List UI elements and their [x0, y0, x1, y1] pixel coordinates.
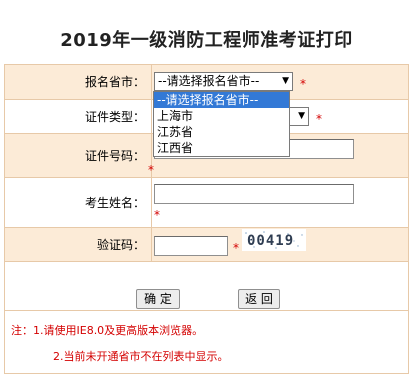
province-dropdown-list[interactable]: --请选择报名省市-- 上海市 江苏省 江西省: [153, 91, 290, 157]
chevron-down-icon: ▼: [282, 76, 289, 86]
captcha-text: 00419: [247, 233, 294, 249]
name-input[interactable]: [154, 184, 354, 204]
required-mark: *: [148, 163, 154, 177]
captcha-image[interactable]: 00419: [242, 229, 306, 251]
province-option[interactable]: 江苏省: [154, 124, 289, 140]
province-option[interactable]: 江西省: [154, 140, 289, 156]
province-select-value: --请选择报名省市--: [158, 74, 260, 88]
note-line-1: 注：1.请使用IE8.0及更高版本浏览器。: [11, 324, 204, 337]
province-select[interactable]: --请选择报名省市-- ▼: [154, 72, 293, 91]
cert-type-label: 证件类型：: [5, 100, 152, 133]
name-label: 考生姓名：: [5, 178, 152, 227]
cert-number-label: 证件号码：: [5, 134, 152, 177]
captcha-row: 验证码： *: [5, 228, 408, 262]
confirm-button[interactable]: 确 定: [136, 289, 180, 309]
name-row: 考生姓名： *: [5, 178, 408, 228]
province-option[interactable]: --请选择报名省市--: [154, 92, 289, 108]
required-mark: *: [316, 112, 322, 126]
required-mark: *: [300, 77, 306, 91]
note-line-2: 2.当前未开通省市不在列表中显示。: [53, 350, 229, 363]
province-label: 报名省市：: [5, 65, 152, 99]
page-title: 2019年一级消防工程师准考证打印: [60, 30, 353, 51]
required-mark: *: [154, 208, 160, 222]
province-option[interactable]: 上海市: [154, 108, 289, 124]
chevron-down-icon: ▼: [298, 111, 305, 121]
captcha-label: 验证码：: [5, 228, 152, 261]
back-button[interactable]: 返 回: [238, 289, 280, 309]
button-row: 确 定 返 回: [5, 262, 408, 311]
captcha-input[interactable]: [154, 236, 228, 256]
required-mark: *: [233, 241, 239, 255]
